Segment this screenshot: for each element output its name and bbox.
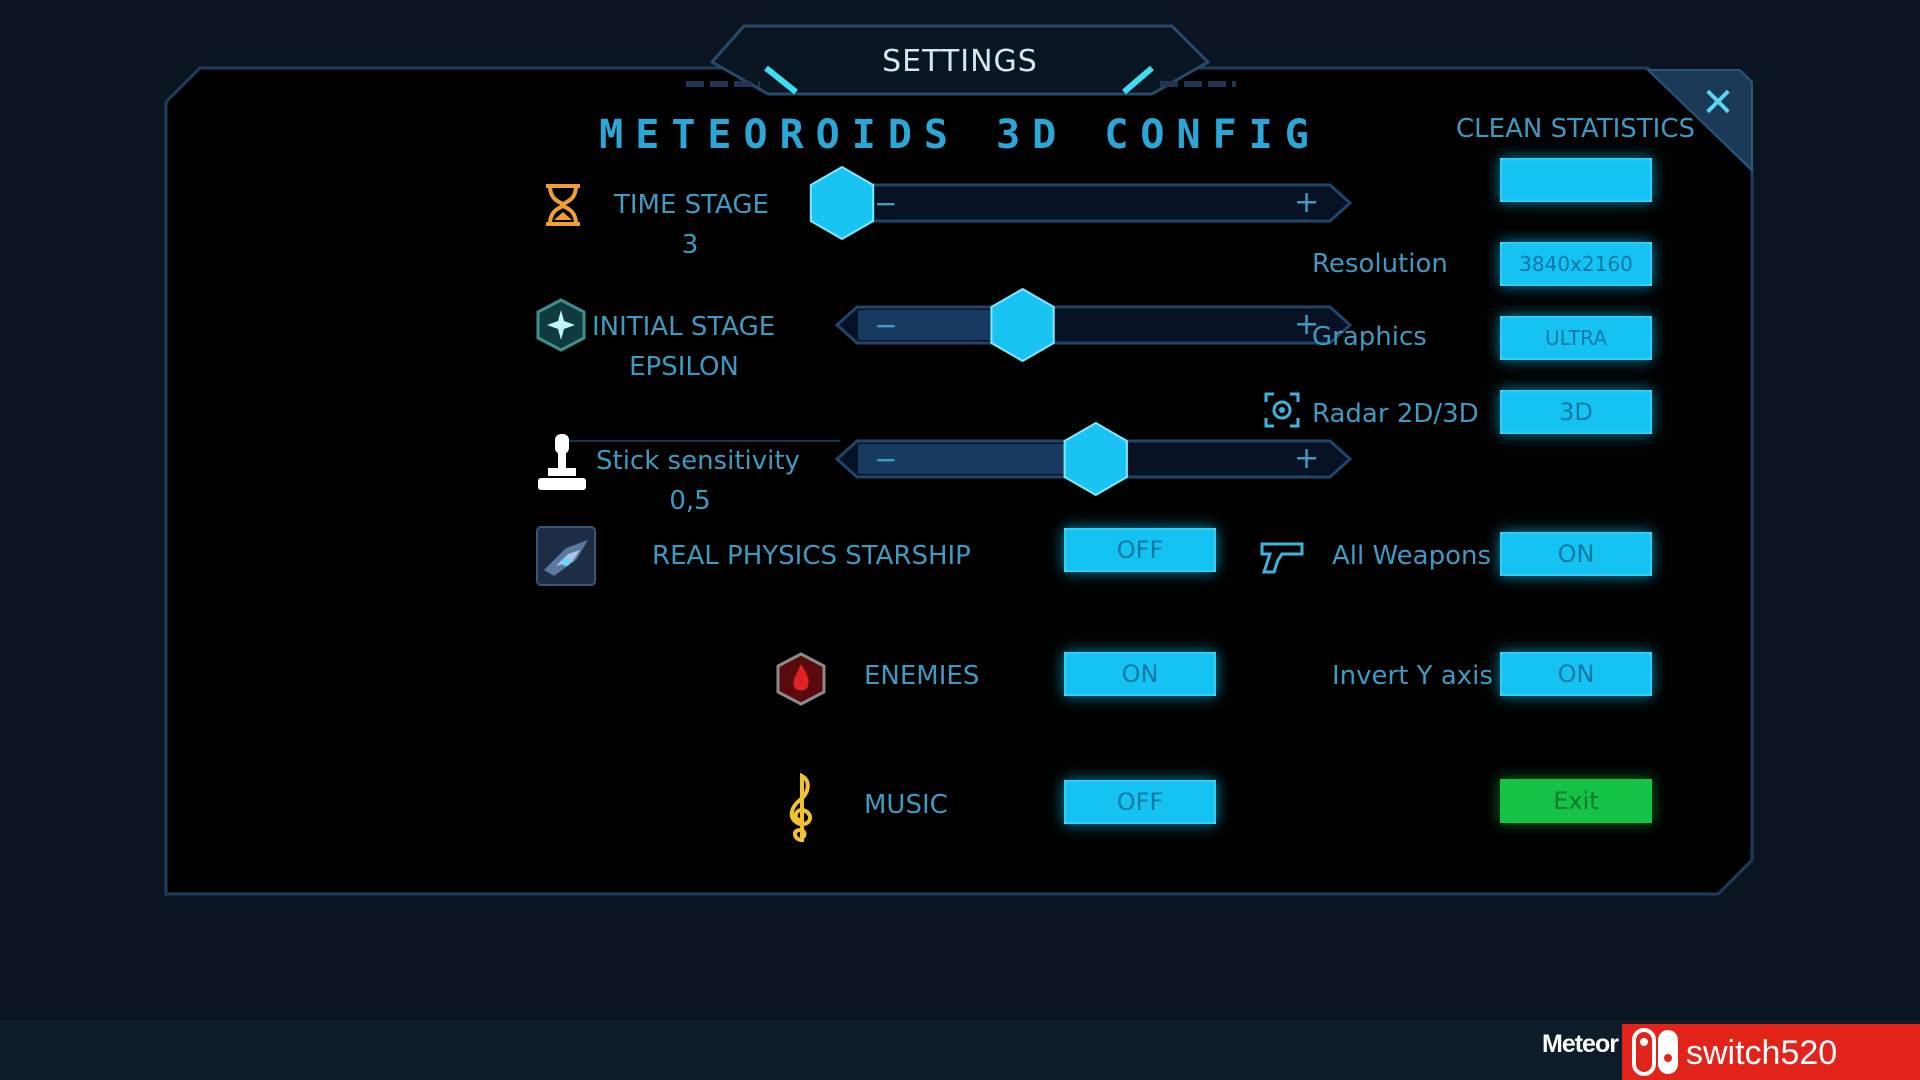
stick-sensitivity-plus-button[interactable]: + [1294,444,1319,474]
pistol-icon [1260,542,1304,574]
time-stage-value: 3 [681,230,699,260]
hourglass-icon [546,184,580,226]
time-stage-minus-button[interactable]: − [874,190,897,218]
real-physics-toggle[interactable]: OFF [1064,528,1216,572]
watermark-site: switch520 [1686,1034,1838,1072]
radar-toggle[interactable]: 3D [1500,390,1652,434]
invert-y-label: Invert Y axis [1332,661,1493,691]
close-button[interactable]: ✕ [1690,78,1746,128]
resolution-selector[interactable]: 3840x2160 [1500,242,1652,286]
game-title: METEOROIDS 3D CONFIG [599,112,1321,158]
all-weapons-toggle[interactable]: ON [1500,532,1652,576]
watermark: Meteor switch520 [1542,1024,1920,1080]
music-label: MUSIC [864,790,948,820]
initial-stage-label: INITIAL STAGE [592,312,776,342]
enemies-label: ENEMIES [864,661,980,691]
radar-target-icon [1264,392,1300,428]
invert-y-toggle[interactable]: ON [1500,652,1652,696]
switch-logo-icon [1632,1028,1678,1076]
watermark-logo: switch520 [1622,1024,1920,1080]
watermark-game-name: Meteor [1542,1030,1619,1058]
graphics-selector[interactable]: ULTRA [1500,316,1652,360]
star-hexagon-icon [536,298,586,352]
all-weapons-label: All Weapons [1332,541,1492,571]
enemy-hexagon-icon [776,652,826,706]
joystick-icon [538,434,586,490]
treble-clef-icon [789,772,812,842]
panel-title: SETTINGS [882,44,1038,79]
time-stage-plus-button[interactable]: + [1294,188,1319,218]
exit-button[interactable]: Exit [1500,779,1652,823]
initial-stage-value: EPSILON [629,352,739,382]
initial-stage-minus-button[interactable]: − [874,312,897,340]
stick-sensitivity-value: 0,5 [669,486,711,516]
starship-icon [536,526,596,586]
music-toggle[interactable]: OFF [1064,780,1216,824]
graphics-label: Graphics [1312,322,1427,352]
stick-sensitivity-label: Stick sensitivity [596,446,800,476]
resolution-label: Resolution [1312,249,1448,279]
radar-label: Radar 2D/3D [1312,399,1479,429]
real-physics-label: REAL PHYSICS STARSHIP [652,541,971,571]
time-stage-label: TIME STAGE [614,190,769,220]
clean-statistics-button[interactable] [1500,158,1652,202]
clean-statistics-label: CLEAN STATISTICS [1456,114,1695,144]
stick-sensitivity-minus-button[interactable]: − [874,446,897,474]
enemies-toggle[interactable]: ON [1064,652,1216,696]
